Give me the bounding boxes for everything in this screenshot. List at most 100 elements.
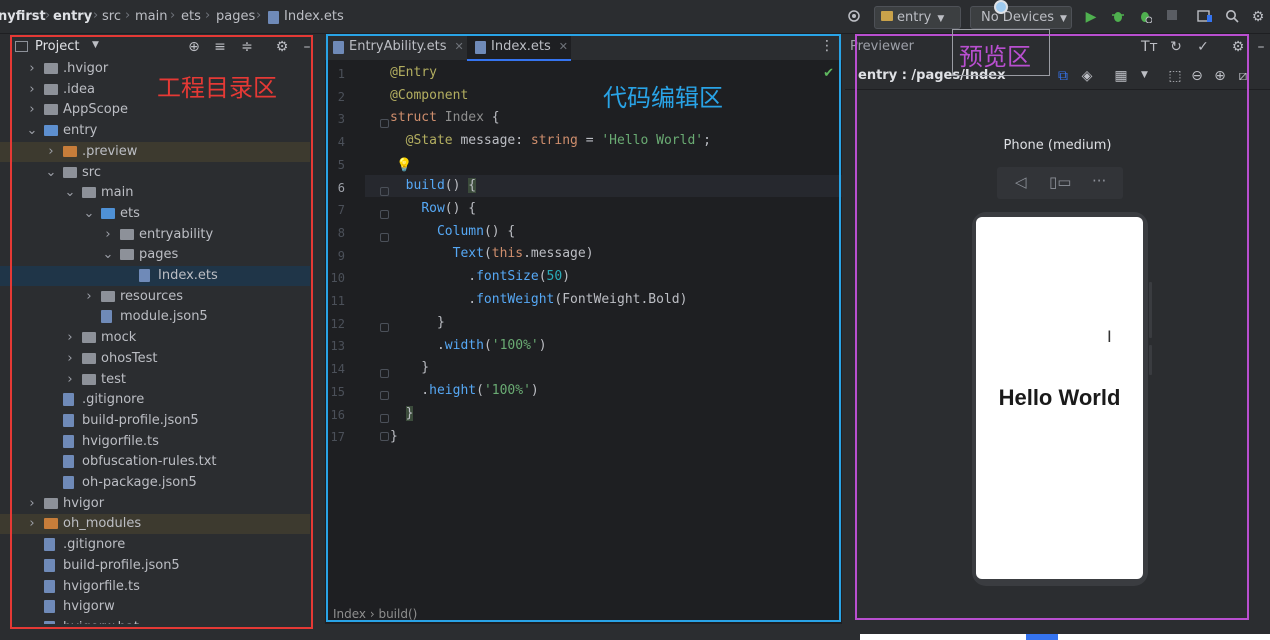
fold-device-icon[interactable]: ▯▭	[1049, 173, 1071, 191]
layers-icon[interactable]: ◈	[1079, 68, 1095, 84]
chevron-down-icon[interactable]: ▼	[1141, 70, 1148, 80]
zoom-out-icon[interactable]: ⊖	[1189, 68, 1205, 84]
chevron-right-icon[interactable]: ›	[102, 225, 114, 245]
chevron-right-icon[interactable]: ›	[26, 59, 38, 79]
pin-icon[interactable]: ✓	[1195, 39, 1211, 55]
zoom-in-icon[interactable]: ⊕	[1212, 68, 1228, 84]
more-options-icon[interactable]: ⋮	[820, 38, 834, 54]
tab-entryability[interactable]: EntryAbility.ets ✕	[325, 34, 465, 61]
breadcrumb-main[interactable]: main	[135, 9, 167, 24]
locate-file-icon[interactable]: ⊕	[186, 39, 202, 55]
tree-item[interactable]: ⌄ ets	[0, 204, 310, 224]
fold-icon[interactable]	[380, 369, 389, 378]
debug-icon[interactable]	[1110, 9, 1126, 25]
tree-item[interactable]: › ohosTest	[0, 349, 310, 369]
chevron-down-icon[interactable]: ⌄	[83, 204, 95, 224]
chevron-right-icon[interactable]: ›	[26, 80, 38, 100]
settings-target-icon[interactable]	[846, 9, 862, 25]
chevron-down-icon[interactable]: ⌄	[64, 183, 76, 203]
tree-item[interactable]: module.json5	[0, 307, 310, 327]
tree-item[interactable]: hvigorfile.ts	[0, 577, 310, 597]
close-icon[interactable]: ✕	[559, 40, 568, 53]
fold-icon[interactable]	[380, 233, 389, 242]
chevron-down-icon[interactable]: ▼	[92, 40, 99, 50]
tree-item[interactable]: hvigorfile.ts	[0, 432, 310, 452]
project-panel-title[interactable]: Project	[35, 39, 79, 54]
rotate-icon[interactable]: ⧄	[1235, 68, 1251, 84]
refresh-icon[interactable]: ↻	[1168, 39, 1184, 55]
tree-item[interactable]: › entryability	[0, 225, 310, 245]
fold-icon[interactable]	[380, 323, 389, 332]
gear-icon[interactable]: ⚙	[1230, 39, 1246, 55]
stop-icon[interactable]	[1164, 9, 1180, 25]
chevron-right-icon[interactable]: ›	[26, 100, 38, 120]
tree-item[interactable]: › oh_modules	[0, 514, 310, 535]
font-size-icon[interactable]: Tт	[1141, 39, 1158, 55]
tree-item[interactable]: › AppScope	[0, 100, 310, 120]
scrollbar-thumb[interactable]	[1026, 634, 1058, 640]
code-editor[interactable]: EntryAbility.ets ✕ Index.ets ✕ ⋮ ✔ 1234567…	[325, 34, 842, 624]
back-icon[interactable]: ◁	[1015, 173, 1027, 191]
breadcrumb-src[interactable]: src	[102, 9, 121, 24]
chevron-right-icon[interactable]: ›	[64, 349, 76, 369]
tree-item[interactable]: › .preview	[0, 141, 310, 162]
gear-icon[interactable]: ⚙	[1250, 9, 1266, 25]
tree-item[interactable]: build-profile.json5	[0, 411, 310, 431]
more-icon[interactable]: ···	[1092, 172, 1106, 190]
gear-icon[interactable]: ⚙	[274, 39, 290, 55]
fold-icon[interactable]	[380, 210, 389, 219]
chevron-right-icon[interactable]: ›	[26, 514, 38, 534]
fold-icon[interactable]	[380, 119, 389, 128]
attach-debugger-icon[interactable]	[1137, 9, 1153, 25]
tree-item[interactable]: › hvigor	[0, 494, 310, 514]
inspector-icon[interactable]: ⧉	[1055, 68, 1071, 84]
breadcrumb-entry[interactable]: entry	[53, 9, 92, 24]
tree-item[interactable]: oh-package.json5	[0, 473, 310, 493]
module-selector[interactable]: entry ▼	[874, 6, 961, 29]
chevron-down-icon[interactable]: ⌄	[102, 245, 114, 265]
fold-icon[interactable]	[380, 187, 389, 196]
lightbulb-icon[interactable]: 💡	[396, 158, 412, 173]
chevron-right-icon[interactable]: ›	[64, 328, 76, 348]
chevron-right-icon[interactable]: ›	[45, 142, 57, 162]
collapse-all-icon[interactable]: ≑	[239, 39, 255, 55]
breadcrumb-file[interactable]: Index.ets	[284, 9, 344, 24]
tab-index[interactable]: Index.ets ✕	[467, 34, 571, 61]
tree-item[interactable]: .gitignore	[0, 390, 310, 410]
fit-screen-icon[interactable]: ⬚	[1167, 68, 1183, 84]
device-manager-icon[interactable]	[1197, 9, 1213, 25]
chevron-right-icon[interactable]: ›	[64, 370, 76, 390]
phone-screen[interactable]: Hello World I	[976, 217, 1143, 579]
fold-icon[interactable]	[380, 414, 389, 423]
search-icon[interactable]	[1224, 9, 1240, 25]
tree-item[interactable]: build-profile.json5	[0, 556, 310, 576]
tree-item[interactable]: ⌄ main	[0, 183, 310, 203]
close-icon[interactable]: ✕	[455, 40, 464, 53]
tree-item[interactable]: › resources	[0, 287, 310, 307]
chevron-right-icon[interactable]: ›	[26, 494, 38, 514]
tree-item[interactable]: ⌄ entry	[0, 121, 310, 141]
tree-item[interactable]: › test	[0, 370, 310, 390]
breadcrumb-ets[interactable]: ets	[181, 9, 201, 24]
hide-panel-icon[interactable]: –	[1253, 39, 1269, 55]
breadcrumb-pages[interactable]: pages	[216, 9, 255, 24]
tree-item[interactable]: ⌄ src	[0, 163, 310, 183]
hide-panel-icon[interactable]: –	[299, 39, 315, 55]
chevron-right-icon[interactable]: ›	[83, 287, 95, 307]
breadcrumb-project[interactable]: nyfirst	[0, 9, 46, 24]
tree-item[interactable]: hvigorw	[0, 597, 310, 617]
tree-item[interactable]: Index.ets	[0, 266, 310, 286]
tree-item[interactable]: › mock	[0, 328, 310, 348]
grid-view-icon[interactable]: ▦	[1113, 68, 1129, 84]
tree-item[interactable]: ⌄ pages	[0, 245, 310, 265]
chevron-down-icon[interactable]: ⌄	[45, 163, 57, 183]
editor-breadcrumb[interactable]: Index › build()	[325, 604, 842, 624]
fold-icon[interactable]	[380, 391, 389, 400]
expand-all-icon[interactable]: ≡	[212, 39, 228, 55]
device-selector[interactable]: No Devices ▼	[970, 6, 1072, 29]
fold-icon[interactable]	[380, 432, 389, 441]
tree-item[interactable]: obfuscation-rules.txt	[0, 452, 310, 472]
chevron-down-icon[interactable]: ⌄	[26, 121, 38, 141]
tree-item[interactable]: .gitignore	[0, 535, 310, 555]
run-icon[interactable]: ▶	[1083, 9, 1099, 25]
